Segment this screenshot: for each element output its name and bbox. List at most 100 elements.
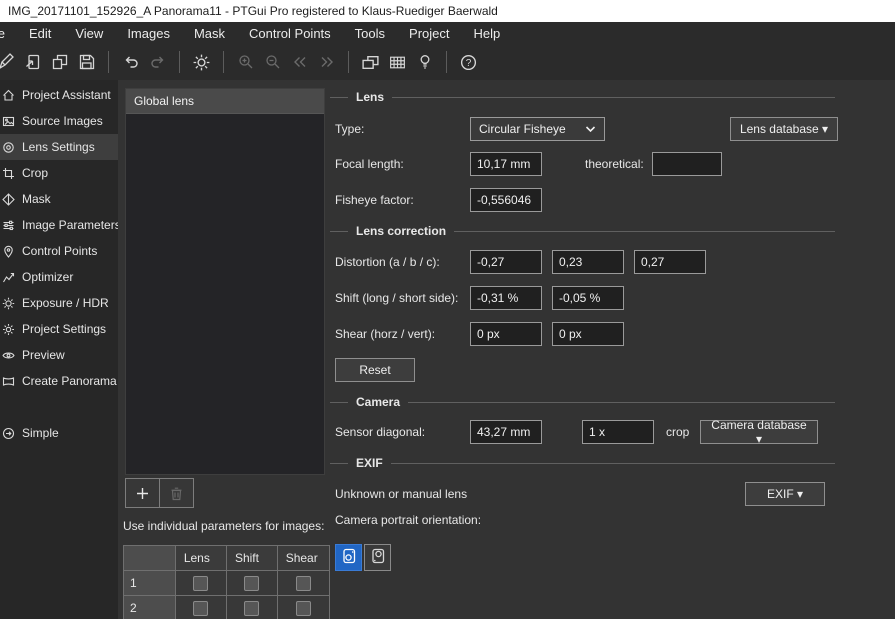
distortion-b-input[interactable]: [552, 250, 624, 274]
reset-button[interactable]: Reset: [335, 358, 415, 382]
undo-icon[interactable]: [117, 49, 144, 76]
new-project-icon[interactable]: [0, 49, 19, 76]
sensor-diagonal-label: Sensor diagonal:: [335, 420, 425, 444]
focal-length-input[interactable]: [470, 152, 542, 176]
menu-edit[interactable]: Edit: [17, 22, 63, 44]
sidebar-item-preview[interactable]: Preview: [0, 342, 118, 368]
open-project-icon[interactable]: [19, 49, 46, 76]
lens-list-panel: Global lens Use individual parameters fo…: [118, 80, 330, 619]
help-icon[interactable]: ?: [455, 49, 482, 76]
checkbox-shear-row2[interactable]: [296, 601, 311, 616]
lens-correction-group-title: Lens correction: [348, 224, 454, 238]
window-titlebar: IMG_20171101_152926_A Panorama11 - PTGui…: [0, 0, 895, 22]
ideas-bulb-icon[interactable]: [411, 49, 438, 76]
individual-params-table: Lens Shift Shear 1 2: [123, 545, 330, 619]
crop-label: crop: [666, 420, 689, 444]
table-row: 1: [124, 571, 330, 596]
camera-database-button[interactable]: Camera database ▾: [700, 420, 818, 444]
menu-file[interactable]: File: [0, 22, 17, 44]
delete-lens-button[interactable]: [159, 478, 194, 508]
sidebar-item-crop[interactable]: Crop: [0, 160, 118, 186]
lens-listbox[interactable]: Global lens: [125, 88, 325, 475]
lens-list-item-global[interactable]: Global lens: [126, 89, 324, 114]
camera-rotated-right-icon: [369, 547, 387, 568]
shift-long-input[interactable]: [470, 286, 542, 310]
checkbox-shift-row1[interactable]: [244, 576, 259, 591]
simple-mode-icon: [2, 427, 16, 440]
menu-view[interactable]: View: [63, 22, 115, 44]
lens-settings-panel: Lens Type: Circular Fisheye Lens databas…: [330, 80, 895, 619]
menu-mask[interactable]: Mask: [182, 22, 237, 44]
gear-icon: [2, 323, 16, 336]
settings-gear-icon[interactable]: [188, 49, 215, 76]
menu-tools[interactable]: Tools: [343, 22, 397, 44]
optimizer-icon: [2, 271, 16, 284]
column-header-shear: Shear: [277, 546, 329, 571]
distortion-a-input[interactable]: [470, 250, 542, 274]
sidebar-item-image-parameters[interactable]: Image Parameters: [0, 212, 118, 238]
menu-control-points[interactable]: Control Points: [237, 22, 343, 44]
shear-horz-input[interactable]: [470, 322, 542, 346]
fisheye-factor-input[interactable]: [470, 188, 542, 212]
crop-factor-input[interactable]: [582, 420, 654, 444]
focal-length-label: Focal length:: [335, 152, 404, 176]
previous-image-icon[interactable]: [286, 49, 313, 76]
panorama-editor-icon[interactable]: [357, 49, 384, 76]
type-label: Type:: [335, 117, 364, 141]
portrait-orientation-toggles: [335, 544, 391, 571]
sidebar-item-create-panorama[interactable]: Create Panorama: [0, 368, 118, 394]
sidebar-item-source-images[interactable]: Source Images: [0, 108, 118, 134]
sidebar-item-project-settings[interactable]: Project Settings: [0, 316, 118, 342]
zoom-out-icon[interactable]: [259, 49, 286, 76]
theoretical-input[interactable]: [652, 152, 722, 176]
exif-button[interactable]: EXIF ▾: [745, 482, 825, 506]
sidebar-item-mask[interactable]: Mask: [0, 186, 118, 212]
zoom-in-icon[interactable]: [232, 49, 259, 76]
menu-project[interactable]: Project: [397, 22, 461, 44]
sidebar-item-lens-settings[interactable]: Lens Settings: [0, 134, 118, 160]
svg-text:?: ?: [466, 58, 472, 69]
add-lens-button[interactable]: [125, 478, 160, 508]
checkbox-shift-row2[interactable]: [244, 601, 259, 616]
shear-vert-input[interactable]: [552, 322, 624, 346]
sidebar-item-exposure-hdr[interactable]: Exposure / HDR: [0, 290, 118, 316]
toolbar-separator: [108, 51, 109, 73]
column-header-lens: Lens: [175, 546, 226, 571]
duplicate-project-icon[interactable]: [46, 49, 73, 76]
sidebar-item-project-assistant[interactable]: Project Assistant: [0, 82, 118, 108]
checkbox-lens-row2[interactable]: [193, 601, 208, 616]
distortion-c-input[interactable]: [634, 250, 706, 274]
portrait-orientation-label: Camera portrait orientation:: [335, 513, 481, 527]
shear-label: Shear (horz / vert):: [335, 322, 435, 346]
row-header-1: 1: [124, 571, 176, 596]
individual-params-label: Use individual parameters for images:: [123, 519, 324, 533]
save-project-icon[interactable]: [73, 49, 100, 76]
chevron-down-icon: [585, 122, 596, 136]
lens-type-dropdown[interactable]: Circular Fisheye: [470, 117, 605, 141]
menu-help[interactable]: Help: [462, 22, 513, 44]
shift-short-input[interactable]: [552, 286, 624, 310]
exif-group-title: EXIF: [348, 456, 391, 470]
redo-icon[interactable]: [144, 49, 171, 76]
sidebar-item-optimizer[interactable]: Optimizer: [0, 264, 118, 290]
exposure-sun-icon: [2, 297, 16, 310]
sensor-diagonal-input[interactable]: [470, 420, 542, 444]
sidebar-item-simple[interactable]: Simple: [0, 420, 118, 446]
lens-list-buttons: [125, 478, 194, 508]
lens-icon: [2, 141, 16, 154]
portrait-right-toggle[interactable]: [364, 544, 391, 571]
next-image-icon[interactable]: [313, 49, 340, 76]
checkbox-lens-row1[interactable]: [193, 576, 208, 591]
shift-label: Shift (long / short side):: [335, 286, 458, 310]
sidebar-item-control-points[interactable]: Control Points: [0, 238, 118, 264]
exif-group-header: EXIF: [330, 456, 835, 470]
image-icon: [2, 115, 16, 128]
detail-viewer-icon[interactable]: [384, 49, 411, 76]
sidebar: Project Assistant Source Images Lens Set…: [0, 80, 118, 619]
toolbar: ?: [0, 44, 895, 80]
menu-images[interactable]: Images: [115, 22, 182, 44]
ptgui-window: IMG_20171101_152926_A Panorama11 - PTGui…: [0, 0, 895, 619]
checkbox-shear-row1[interactable]: [296, 576, 311, 591]
lens-database-button[interactable]: Lens database ▾: [730, 117, 838, 141]
portrait-left-toggle[interactable]: [335, 544, 362, 571]
